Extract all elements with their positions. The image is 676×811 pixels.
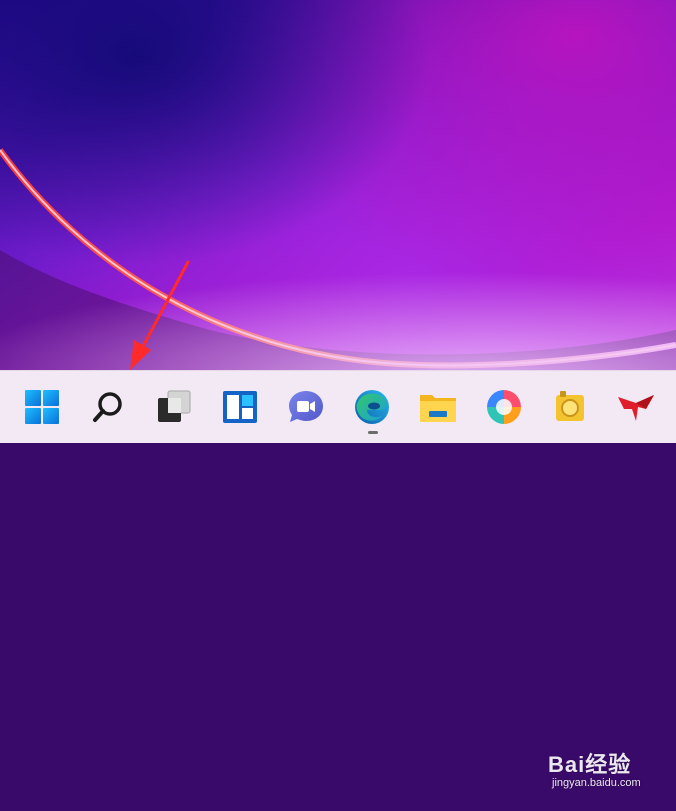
edge-browser-icon — [355, 390, 389, 424]
desktop-wallpaper — [0, 0, 676, 370]
search-icon — [93, 392, 122, 422]
photos-button[interactable] — [484, 387, 524, 427]
start-button[interactable] — [22, 387, 62, 427]
windows-start-icon — [25, 390, 59, 424]
chat-button[interactable] — [286, 387, 326, 427]
app-icon — [556, 391, 584, 421]
colorful-circle-icon — [487, 390, 521, 424]
watermark-logo: Bai经验 — [548, 752, 632, 777]
widgets-icon — [223, 391, 257, 423]
app-button-9[interactable] — [550, 387, 590, 427]
edge-button[interactable] — [352, 387, 392, 427]
wallpaper-glow-arc — [0, 148, 676, 370]
watermark-url: jingyan.baidu.com — [552, 777, 641, 789]
task-view-icon — [158, 390, 191, 422]
app-button-10[interactable] — [616, 387, 656, 427]
file-explorer-button[interactable] — [418, 387, 458, 427]
active-indicator — [368, 431, 378, 434]
taskbar: Bai经验 jingyan.baidu.com — [0, 370, 676, 789]
widgets-button[interactable] — [220, 387, 260, 427]
search-button[interactable] — [88, 387, 128, 427]
red-logo-icon — [618, 395, 654, 421]
teams-chat-icon — [289, 391, 323, 422]
task-view-button[interactable] — [154, 387, 194, 427]
watermark: Bai经验 jingyan.baidu.com — [520, 743, 676, 811]
folder-icon — [420, 395, 456, 422]
